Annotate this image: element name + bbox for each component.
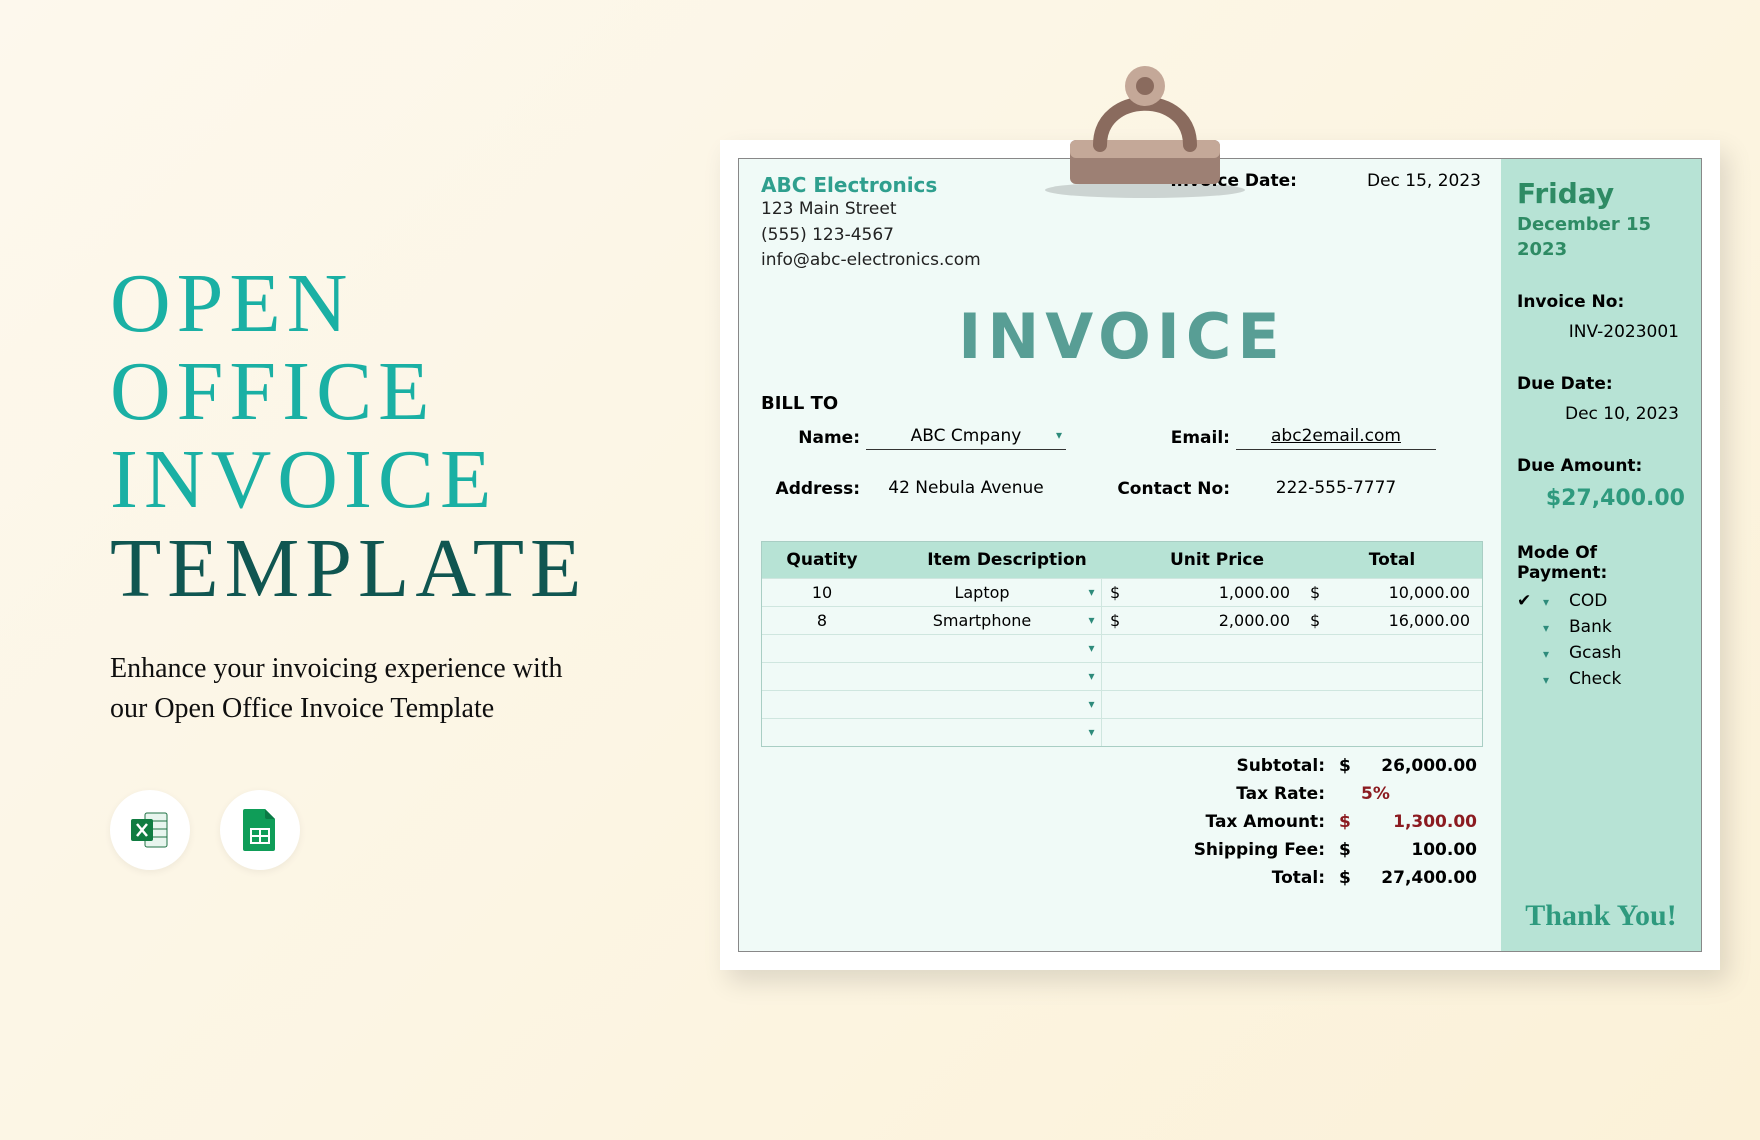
bill-to-email-input[interactable]: abc2email.com bbox=[1236, 426, 1436, 450]
due-amount-label: Due Amount: bbox=[1517, 456, 1685, 476]
table-row[interactable]: ▾ bbox=[762, 690, 1482, 718]
cell-total-currency: $ bbox=[1302, 611, 1332, 630]
title-line-4: TEMPLATE bbox=[110, 525, 620, 613]
excel-icon[interactable] bbox=[110, 790, 190, 870]
payment-option-label: Gcash bbox=[1569, 643, 1685, 663]
invoice-card: ABC Electronics 123 Main Street (555) 12… bbox=[720, 140, 1720, 970]
total-label: Total: bbox=[1181, 868, 1331, 888]
subtitle: Enhance your invoicing experience with o… bbox=[110, 649, 570, 730]
company-phone: (555) 123-4567 bbox=[761, 223, 1483, 249]
side-year: 2023 bbox=[1517, 239, 1685, 260]
payment-option[interactable]: Gcash bbox=[1517, 643, 1685, 663]
subtotal-label: Subtotal: bbox=[1181, 756, 1331, 776]
bill-to-contact-input[interactable]: 222-555-7777 bbox=[1236, 478, 1436, 501]
cell-total-currency: $ bbox=[1302, 583, 1332, 602]
total-value: 27,400.00 bbox=[1361, 868, 1481, 888]
items-table: Quatity Item Description Unit Price Tota… bbox=[761, 541, 1483, 747]
tax-amount-label: Tax Amount: bbox=[1181, 812, 1331, 832]
chevron-down-icon bbox=[1543, 669, 1561, 689]
payment-option-label: Bank bbox=[1569, 617, 1685, 637]
col-description: Item Description bbox=[882, 542, 1132, 578]
items-table-header: Quatity Item Description Unit Price Tota… bbox=[762, 542, 1482, 578]
due-date-label: Due Date: bbox=[1517, 374, 1685, 394]
bill-to-title: BILL TO bbox=[761, 393, 1483, 414]
company-email: info@abc-electronics.com bbox=[761, 248, 1483, 274]
invoice-sidebar: Friday December 15 2023 Invoice No: INV-… bbox=[1501, 159, 1701, 951]
col-total: Total bbox=[1302, 542, 1482, 578]
col-unit-price: Unit Price bbox=[1132, 542, 1302, 578]
shipping-value: 100.00 bbox=[1361, 840, 1481, 860]
invoice-heading: INVOICE bbox=[761, 300, 1483, 373]
invoice-no-label: Invoice No: bbox=[1517, 292, 1685, 312]
mode-of-payment-label: Mode Of Payment: bbox=[1517, 543, 1685, 583]
cell-unit[interactable]: 2,000.00 bbox=[1132, 611, 1302, 630]
side-date: December 15 bbox=[1517, 214, 1685, 235]
cell-unit-currency: $ bbox=[1102, 583, 1132, 602]
subtotal-value: 26,000.00 bbox=[1361, 756, 1481, 776]
thank-you: Thank You! bbox=[1517, 899, 1685, 933]
invoice-page: ABC Electronics 123 Main Street (555) 12… bbox=[738, 158, 1702, 952]
payment-option[interactable]: COD bbox=[1517, 591, 1685, 611]
app-icon-row bbox=[110, 790, 620, 870]
cell-unit[interactable]: 1,000.00 bbox=[1132, 583, 1302, 602]
due-date-value: Dec 10, 2023 bbox=[1517, 404, 1685, 424]
totals-block: Subtotal: $ 26,000.00 Tax Rate: 5% Tax A… bbox=[761, 753, 1483, 891]
table-row[interactable]: ▾ bbox=[762, 718, 1482, 746]
tax-rate-value: 5% bbox=[1361, 784, 1481, 804]
cell-total: 10,000.00 bbox=[1332, 583, 1482, 602]
chevron-down-icon[interactable]: ▾ bbox=[1082, 719, 1102, 746]
chevron-down-icon bbox=[1543, 643, 1561, 663]
bill-to-address-input[interactable]: 42 Nebula Avenue bbox=[866, 478, 1066, 501]
cell-desc[interactable]: Laptop bbox=[882, 583, 1082, 602]
chevron-down-icon[interactable]: ▾ bbox=[1082, 691, 1102, 718]
chevron-down-icon bbox=[1543, 617, 1561, 637]
chevron-down-icon[interactable]: ▾ bbox=[1082, 663, 1102, 690]
bill-to-name-input[interactable]: ABC Cmpany bbox=[866, 426, 1066, 450]
clipboard-clip-icon bbox=[1030, 30, 1260, 200]
title-line-2: OFFICE bbox=[110, 348, 620, 436]
payment-option[interactable]: Bank bbox=[1517, 617, 1685, 637]
table-row[interactable]: ▾ bbox=[762, 662, 1482, 690]
google-sheets-icon[interactable] bbox=[220, 790, 300, 870]
currency-symbol: $ bbox=[1331, 756, 1361, 776]
check-icon bbox=[1517, 591, 1535, 611]
cell-unit-currency: $ bbox=[1102, 611, 1132, 630]
company-street: 123 Main Street bbox=[761, 197, 1483, 223]
bill-to-email-label: Email: bbox=[1091, 428, 1236, 448]
due-amount-value: $27,400.00 bbox=[1517, 486, 1685, 511]
title-line-3: INVOICE bbox=[110, 436, 620, 524]
table-row[interactable]: 10Laptop▾$1,000.00$10,000.00 bbox=[762, 578, 1482, 606]
payment-option-label: COD bbox=[1569, 591, 1685, 611]
left-panel: OPEN OFFICE INVOICE TEMPLATE Enhance you… bbox=[110, 260, 620, 870]
payment-option[interactable]: Check bbox=[1517, 669, 1685, 689]
chevron-down-icon bbox=[1543, 591, 1561, 611]
invoice-main: ABC Electronics 123 Main Street (555) 12… bbox=[739, 159, 1501, 951]
table-row[interactable]: ▾ bbox=[762, 634, 1482, 662]
side-day: Friday bbox=[1517, 177, 1685, 210]
col-quantity: Quatity bbox=[762, 542, 882, 578]
chevron-down-icon[interactable]: ▾ bbox=[1082, 635, 1102, 662]
table-row[interactable]: 8Smartphone▾$2,000.00$16,000.00 bbox=[762, 606, 1482, 634]
title-line-1: OPEN bbox=[110, 260, 620, 348]
payment-options: COD Bank Gcash Check bbox=[1517, 591, 1685, 689]
cell-total: 16,000.00 bbox=[1332, 611, 1482, 630]
shipping-label: Shipping Fee: bbox=[1181, 840, 1331, 860]
payment-option-label: Check bbox=[1569, 669, 1685, 689]
chevron-down-icon[interactable]: ▾ bbox=[1082, 579, 1102, 606]
invoice-no-value: INV-2023001 bbox=[1517, 322, 1685, 342]
tax-rate-label: Tax Rate: bbox=[1181, 784, 1331, 804]
cell-qty[interactable]: 10 bbox=[762, 583, 882, 602]
bill-to-contact-label: Contact No: bbox=[1091, 479, 1236, 499]
bill-to-address-label: Address: bbox=[761, 479, 866, 499]
cell-desc[interactable]: Smartphone bbox=[882, 611, 1082, 630]
tax-amount-value: 1,300.00 bbox=[1361, 812, 1481, 832]
bill-to-name-label: Name: bbox=[761, 428, 866, 448]
chevron-down-icon[interactable]: ▾ bbox=[1082, 607, 1102, 634]
invoice-date-value: Dec 15, 2023 bbox=[1367, 171, 1481, 191]
bill-to-grid: Name: ABC Cmpany Email: abc2email.com Ad… bbox=[761, 426, 1483, 501]
cell-qty[interactable]: 8 bbox=[762, 611, 882, 630]
